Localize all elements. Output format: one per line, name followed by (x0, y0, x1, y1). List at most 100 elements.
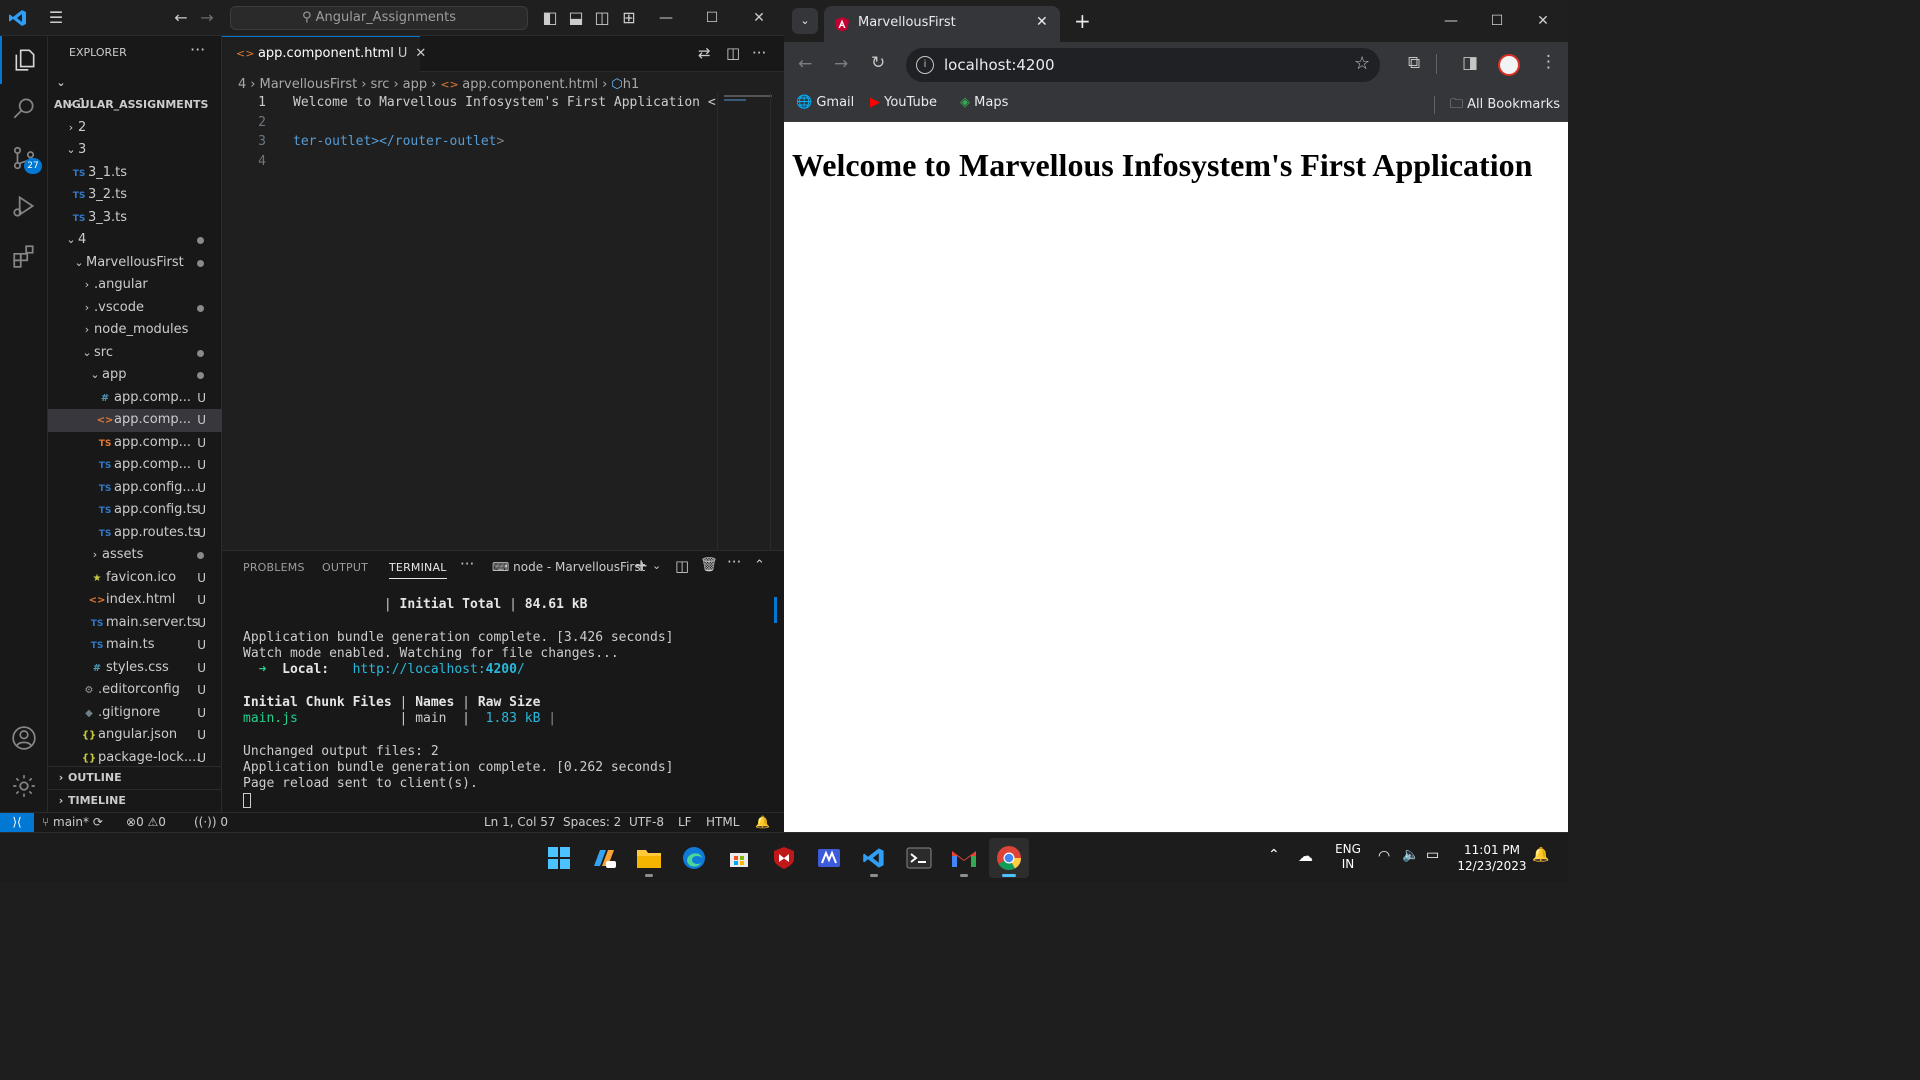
tree-file-app-component-ts[interactable]: TS app.comp... U (48, 454, 222, 477)
more-actions-icon[interactable]: ··· (752, 44, 766, 62)
tab-output[interactable]: OUTPUT (322, 561, 368, 574)
terminal-scrollbar[interactable] (774, 597, 777, 623)
tree-file-3_3[interactable]: TS 3_3.ts (48, 207, 222, 230)
file-explorer-icon[interactable] (629, 838, 669, 878)
all-bookmarks[interactable]: 🗀 All Bookmarks (1450, 95, 1560, 117)
terminal-link[interactable]: 4200 (486, 662, 517, 677)
language-mode[interactable]: HTML (706, 813, 739, 832)
wifi-icon[interactable]: ◠ (1378, 848, 1390, 864)
extensions-icon[interactable]: ⧉ (1408, 53, 1420, 73)
minimize-button[interactable]: — (1428, 0, 1474, 42)
indentation[interactable]: Spaces: 2 (563, 813, 621, 832)
tree-file-favicon[interactable]: ★ favicon.ico U (48, 567, 222, 590)
battery-icon[interactable]: ▭ (1426, 847, 1439, 863)
site-info-icon[interactable]: i (916, 56, 934, 74)
breadcrumb-item[interactable]: src (370, 77, 389, 92)
extensions-icon[interactable] (0, 232, 48, 280)
tree-folder-4[interactable]: ⌄ 4 (48, 229, 222, 252)
ports-indicator[interactable]: ((·)) 0 (194, 813, 228, 832)
reload-icon[interactable]: ↻ (871, 53, 885, 73)
end-of-line[interactable]: LF (678, 813, 692, 832)
run-debug-icon[interactable] (0, 182, 48, 230)
branch-indicator[interactable]: ⑂ main* ⟳ (42, 813, 103, 832)
outline-section-header[interactable]: › OUTLINE (48, 766, 222, 788)
chevron-up-icon[interactable]: ⌃ (1268, 847, 1280, 863)
remote-indicator-icon[interactable]: ⟩⟨ (0, 813, 34, 832)
explorer-icon[interactable] (0, 36, 48, 84)
tree-folder-3[interactable]: ⌄ 3 (48, 139, 222, 162)
tree-file-angular-json[interactable]: {} angular.json U (48, 724, 222, 747)
tree-folder-src[interactable]: ⌄ src (48, 342, 222, 365)
maximize-button[interactable]: ☐ (1474, 0, 1520, 42)
edge-browser-icon[interactable] (674, 838, 714, 878)
accounts-icon[interactable] (0, 714, 48, 762)
tree-file-app-component-css[interactable]: # app.comp... U (48, 387, 222, 410)
tree-folder-marvellousfirst[interactable]: ⌄ MarvellousFirst (48, 252, 222, 275)
gmail-taskbar-icon[interactable] (944, 838, 984, 878)
close-window-button[interactable]: ✕ (1520, 0, 1566, 42)
toggle-secondary-sidebar-icon[interactable]: ◫ (592, 0, 612, 36)
tab-search-chevron-icon[interactable]: ⌄ (792, 8, 818, 34)
minimize-button[interactable]: — (643, 0, 689, 36)
tree-file-3_2[interactable]: TS 3_2.ts (48, 184, 222, 207)
close-tab-icon[interactable]: ✕ (1036, 14, 1048, 30)
bookmark-youtube[interactable]: ▶ YouTube (870, 95, 937, 110)
toggle-sidebar-icon[interactable]: ◧ (540, 0, 560, 36)
tree-file-gitignore[interactable]: ◆ .gitignore U (48, 702, 222, 725)
back-arrow-icon[interactable]: ← (798, 54, 812, 74)
volume-icon[interactable]: 🔈 (1402, 847, 1419, 863)
mcafee-icon[interactable] (764, 838, 804, 878)
terminal-selector[interactable]: ⌨ node - MarvellousFirst (492, 560, 645, 574)
onedrive-icon[interactable]: ☁ (1298, 847, 1313, 865)
terminal-link[interactable]: http://localhost: (329, 662, 486, 677)
tree-file-editorconfig[interactable]: ⚙ .editorconfig U (48, 679, 222, 702)
address-bar[interactable]: i localhost:4200 ☆ (906, 48, 1380, 82)
bookmark-gmail[interactable]: 🌐 Gmail (796, 95, 854, 110)
start-button[interactable] (539, 838, 579, 878)
clock[interactable]: 11:01 PM 12/23/2023 (1452, 842, 1532, 874)
minimap[interactable] (717, 93, 777, 550)
copilot-icon[interactable] (584, 838, 624, 878)
tree-file-styles-css[interactable]: # styles.css U (48, 657, 222, 680)
bell-icon[interactable]: 🔔 (755, 813, 770, 832)
more-actions-icon[interactable]: ··· (190, 40, 205, 59)
tree-folder-2[interactable]: › 2 (48, 117, 222, 140)
chrome-tab[interactable]: MarvellousFirst ✕ (824, 6, 1060, 42)
tree-file-app-component-html[interactable]: <>app.comp... U (48, 409, 222, 432)
command-center-search[interactable]: ⚲ Angular_Assignments (230, 6, 528, 30)
tree-folder-angular[interactable]: › .angular (48, 274, 222, 297)
code-editor[interactable]: 1 Welcome to Marvellous Infosystem's Fir… (222, 93, 717, 193)
notification-bell-icon[interactable]: 🔔 (1532, 847, 1549, 863)
maximize-panel-icon[interactable]: ⌃ (754, 558, 765, 573)
microsoft-store-icon[interactable] (719, 838, 759, 878)
close-tab-icon[interactable]: ✕ (415, 46, 426, 61)
split-editor-icon[interactable]: ◫ (726, 44, 740, 62)
tree-folder-assets[interactable]: › assets (48, 544, 222, 567)
tree-file-app-component-spec[interactable]: TS app.comp... U (48, 432, 222, 455)
terminal-link[interactable]: / (517, 662, 525, 677)
chrome-taskbar-icon[interactable] (989, 838, 1029, 878)
new-terminal-icon[interactable]: + (634, 556, 648, 576)
tree-file-app-config-server[interactable]: TS app.config.... U (48, 477, 222, 500)
breadcrumb-item[interactable]: h1 (623, 77, 640, 92)
chrome-menu-icon[interactable]: ⋮ (1540, 52, 1557, 72)
tab-problems[interactable]: PROBLEMS (243, 561, 305, 574)
back-arrow-icon[interactable]: ← (172, 0, 190, 36)
encoding[interactable]: UTF-8 (629, 813, 664, 832)
menu-icon[interactable]: ☰ (44, 0, 68, 36)
input-language[interactable]: ENG IN (1330, 842, 1366, 872)
close-window-button[interactable]: ✕ (736, 0, 782, 36)
problems-indicator[interactable]: ⊗0 ⚠0 (126, 813, 166, 832)
breadcrumb-item[interactable]: app (403, 77, 427, 92)
terminal-output[interactable]: | Initial Total | 84.61 kB Application b… (222, 597, 772, 811)
more-actions-icon[interactable]: ··· (727, 553, 741, 571)
more-views-icon[interactable]: ··· (460, 555, 474, 573)
search-icon[interactable] (0, 84, 48, 132)
forward-arrow-icon[interactable]: → (834, 54, 848, 74)
timeline-section-header[interactable]: › TIMELINE (48, 789, 222, 811)
terminal-taskbar-icon[interactable] (899, 838, 939, 878)
vscode-taskbar-icon[interactable] (854, 838, 894, 878)
breadcrumb-item[interactable]: MarvellousFirst (259, 77, 357, 92)
customize-layout-icon[interactable]: ⊞ (618, 0, 640, 36)
tree-folder-vscode[interactable]: › .vscode (48, 297, 222, 320)
